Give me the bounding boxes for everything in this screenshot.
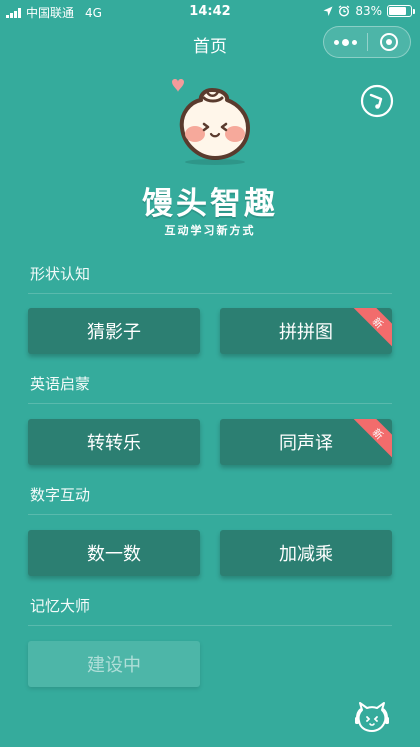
spin-fun-button[interactable]: 转转乐 [28,419,200,465]
music-button[interactable] [360,84,394,118]
guess-shadow-button[interactable]: 猜影子 [28,308,200,354]
customer-support-button[interactable] [354,700,390,734]
puzzle-button[interactable]: 拼拼图 新 [220,308,392,354]
arithmetic-button[interactable]: 加减乘 [220,530,392,576]
battery-percent: 83% [355,4,382,18]
section-label-shape: 形状认知 [30,265,91,283]
brand-title: 馒头智趣 [142,186,278,222]
section-label-numbers: 数字互动 [30,486,91,504]
button-label: 建设中 [87,655,141,676]
new-badge: 新 [350,419,392,462]
translate-button[interactable]: 同声译 新 [220,419,392,465]
alarm-icon [338,5,350,17]
battery-icon [387,5,415,17]
close-button[interactable] [368,32,410,52]
section-label-memory: 记忆大师 [30,597,91,615]
more-button[interactable] [324,27,367,57]
new-badge: 新 [350,308,392,351]
brand-subtitle: 互动学习新方式 [164,224,256,237]
button-label: 拼拼图 [279,322,333,343]
location-icon [323,6,333,16]
button-label: 猜影子 [87,322,141,343]
under-construction-button: 建设中 [28,641,200,687]
button-label: 数一数 [87,544,141,565]
section-divider [28,403,392,404]
mini-program-capsule [323,26,411,58]
cat-support-icon [355,702,389,732]
target-circle-icon [380,33,398,51]
section-divider [28,625,392,626]
button-label: 同声译 [279,433,333,454]
section-label-english: 英语启蒙 [30,375,91,393]
button-label: 转转乐 [87,433,141,454]
section-divider [28,293,392,294]
status-bar: 中国联通 4G 14:42 83% [0,0,420,22]
button-label: 加减乘 [279,544,333,565]
count-button[interactable]: 数一数 [28,530,200,576]
status-right: 83% [323,4,415,18]
section-divider [28,514,392,515]
music-note-icon [360,84,394,118]
mascot-logo [172,79,250,165]
